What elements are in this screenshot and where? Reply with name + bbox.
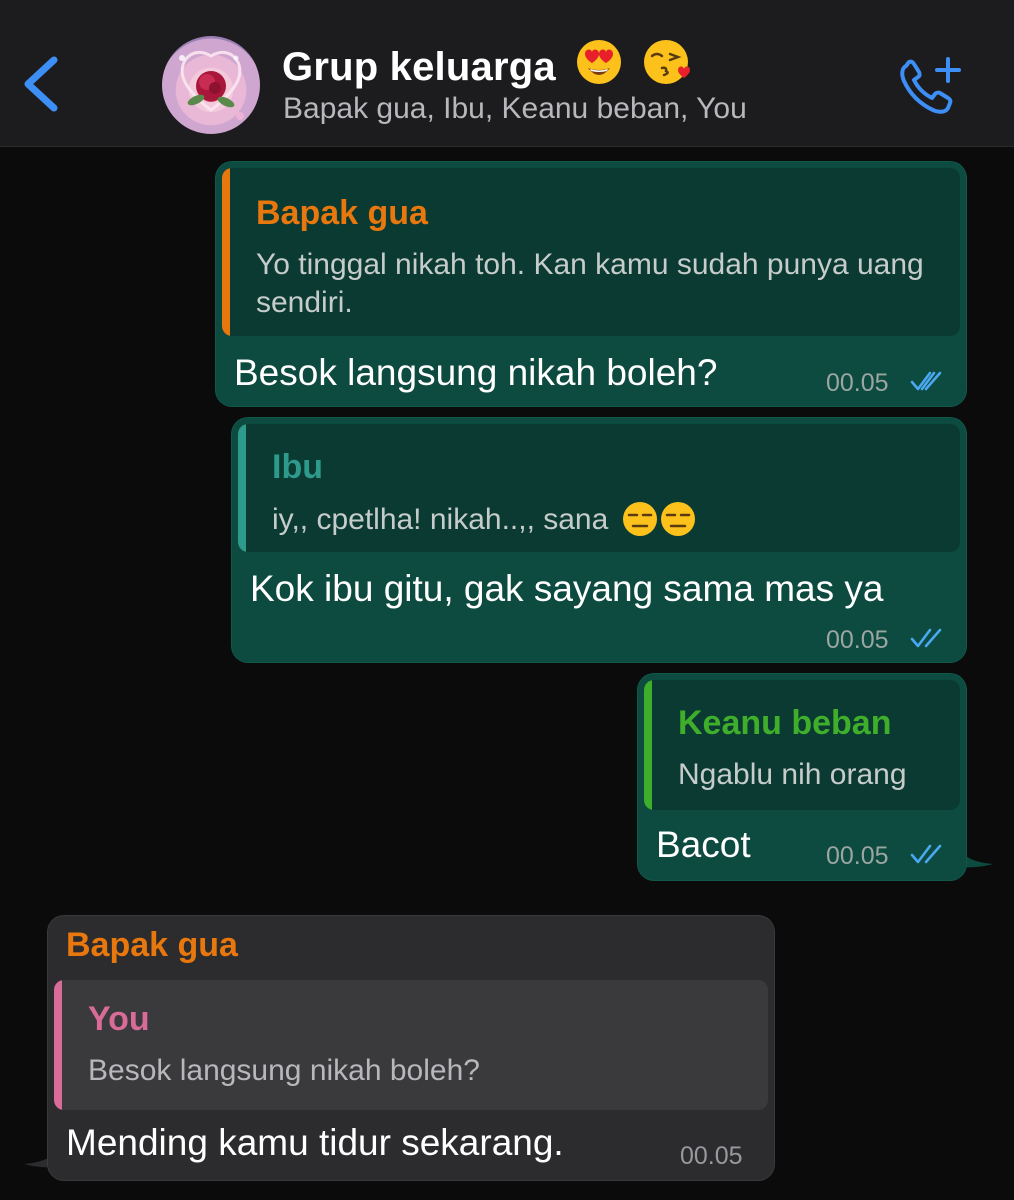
double-check-icon [910, 628, 942, 648]
quote-text: Ngablu nih orang [678, 758, 907, 791]
chat-title-text: Grup keluarga [282, 45, 556, 89]
message-time: 00.05 [826, 626, 889, 654]
reply-quote[interactable]: Keanu beban Ngablu nih orang [644, 680, 960, 810]
chat-header: Grup keluarga Bapak gua, Ibu, Keanu beba… [0, 0, 1014, 147]
expressionless-emoji-icon [660, 502, 695, 536]
heart-eyes-emoji-icon [575, 38, 623, 96]
chat-members[interactable]: Bapak gua, Ibu, Keanu beban, You [283, 92, 747, 126]
group-avatar[interactable] [162, 36, 260, 134]
add-call-button[interactable] [896, 56, 964, 118]
quote-text: iy,, cpetlha! nikah..,, sana [272, 500, 697, 539]
quote-text: Besok langsung nikah boleh? [88, 1054, 480, 1087]
phone-plus-icon [900, 57, 961, 114]
quote-text-content: iy,, cpetlha! nikah..,, sana [272, 503, 609, 536]
message-sender[interactable]: Bapak gua [66, 926, 238, 965]
reply-quote[interactable]: Bapak gua Yo tinggal nikah toh. Kan kamu… [222, 168, 960, 336]
double-check-icon [910, 371, 942, 391]
message-time: 00.05 [826, 369, 889, 397]
quote-bar [644, 680, 652, 810]
outgoing-message-bubble[interactable]: Bapak gua Yo tinggal nikah toh. Kan kamu… [216, 162, 966, 406]
quote-bar [222, 168, 230, 336]
kissing-heart-emoji-icon [642, 38, 694, 96]
chat-title[interactable]: Grup keluarga [282, 38, 694, 96]
message-text: Kok ibu gitu, gak sayang sama mas ya [250, 568, 884, 609]
chevron-left-icon [24, 56, 58, 112]
back-button[interactable] [18, 52, 68, 116]
message-text: Mending kamu tidur sekarang. [66, 1122, 564, 1163]
message-text: Bacot [656, 824, 751, 865]
quote-text: Yo tinggal nikah toh. Kan kamu sudah pun… [256, 248, 924, 319]
incoming-message-bubble[interactable]: Bapak gua You Besok langsung nikah boleh… [48, 916, 774, 1180]
expressionless-emoji-icon [622, 502, 657, 536]
reply-quote[interactable]: You Besok langsung nikah boleh? [54, 980, 768, 1110]
quote-bar [54, 980, 62, 1110]
reply-quote[interactable]: Ibu iy,, cpetlha! nikah..,, sana [238, 424, 960, 552]
message-time: 00.05 [826, 842, 889, 870]
quote-bar [238, 424, 246, 552]
quote-sender: Keanu beban [678, 704, 892, 742]
quote-sender: Ibu [272, 448, 323, 486]
quote-sender: You [88, 1000, 150, 1038]
message-text: Besok langsung nikah boleh? [234, 352, 718, 393]
message-time: 00.05 [680, 1142, 743, 1170]
rose-icon [179, 50, 244, 120]
double-check-icon [910, 844, 942, 864]
quote-sender: Bapak gua [256, 194, 428, 232]
outgoing-message-bubble[interactable]: Keanu beban Ngablu nih orang Bacot 00.05 [638, 674, 966, 880]
outgoing-message-bubble[interactable]: Ibu iy,, cpetlha! nikah..,, sana Kok ibu… [232, 418, 966, 662]
